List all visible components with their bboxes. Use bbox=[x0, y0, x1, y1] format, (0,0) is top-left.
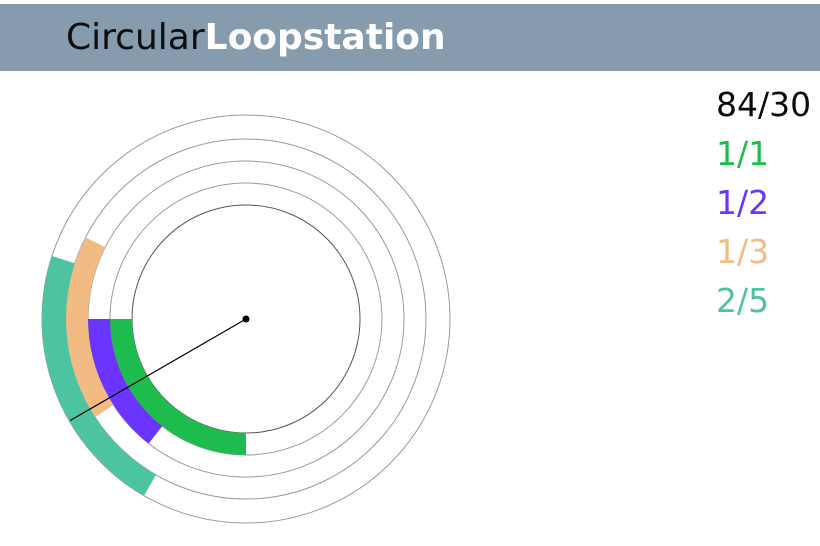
loop-segment-ring-1[interactable] bbox=[110, 319, 246, 455]
loop-rings[interactable] bbox=[0, 0, 820, 546]
tempo-readout: 84/30 bbox=[716, 85, 812, 124]
loop-ratio-ring-4[interactable]: 2/5 bbox=[716, 276, 816, 325]
loop-ratio-ring-1[interactable]: 1/1 bbox=[716, 129, 816, 178]
loop-stats: 84/30 1/1 1/2 1/3 2/5 bbox=[716, 80, 816, 325]
playhead-center-dot bbox=[242, 315, 250, 323]
loop-ratio-ring-3[interactable]: 1/3 bbox=[716, 227, 816, 276]
loop-ratio-ring-2[interactable]: 1/2 bbox=[716, 178, 816, 227]
